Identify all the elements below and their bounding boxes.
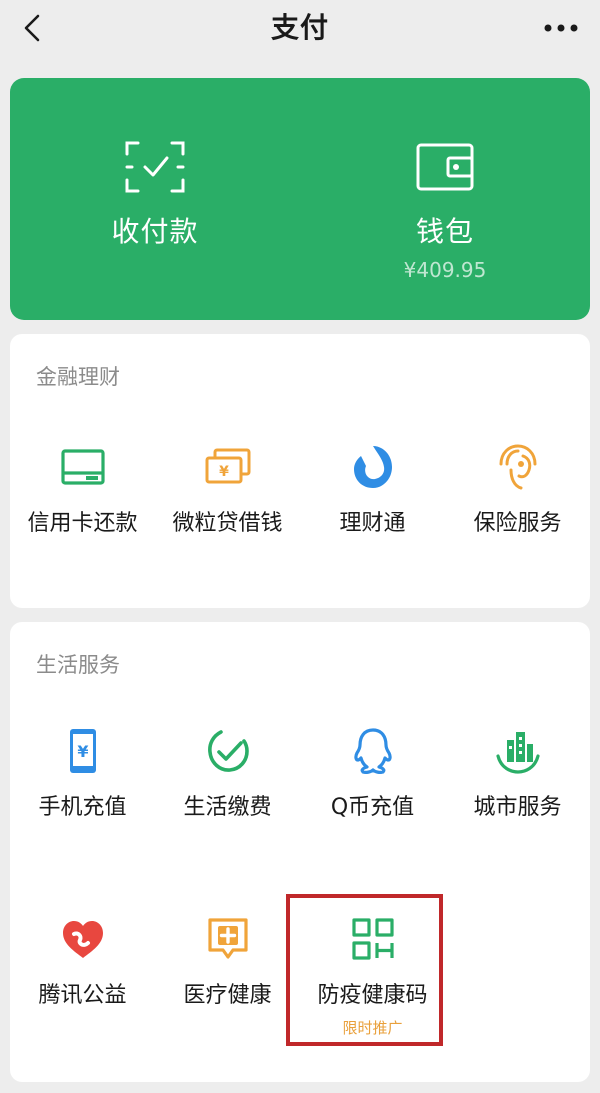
credit-card-repay-item[interactable]: 信用卡还款: [10, 442, 155, 592]
wallet-balance: ¥409.95: [403, 258, 487, 282]
nav-bar: 支付: [0, 0, 600, 64]
section-title: 生活服务: [36, 653, 120, 677]
charity-heart-icon: [62, 921, 103, 958]
wallet-label: 钱包: [415, 215, 474, 248]
svg-text:¥: ¥: [77, 742, 88, 761]
credit-card-icon: [60, 449, 105, 485]
medical-health-item[interactable]: 医疗健康: [155, 914, 300, 1064]
more-dots-icon: [544, 24, 578, 32]
grid-item-label: 生活缴费: [183, 795, 272, 820]
wallet-button[interactable]: 钱包 ¥409.95: [300, 78, 590, 320]
wealth-drop-icon: [353, 446, 392, 488]
grid-item-label: 保险服务: [473, 511, 562, 536]
grid-item-label: 微粒贷借钱: [172, 511, 283, 536]
insurance-item[interactable]: 保险服务: [445, 442, 590, 592]
finance-section: 金融理财 信用卡还款 ¥ 微粒贷借钱 理财通 保险服务: [10, 334, 590, 608]
weilidai-loan-item[interactable]: ¥ 微粒贷借钱: [155, 442, 300, 592]
licaitong-item[interactable]: 理财通: [300, 442, 445, 592]
tencent-charity-item[interactable]: 腾讯公益: [10, 914, 155, 1064]
promo-badge: 限时推广: [342, 1019, 403, 1037]
umbrella-person-icon: [499, 444, 536, 490]
medical-chat-icon: [207, 918, 248, 959]
grid-item-label: Q币充值: [330, 795, 415, 820]
health-code-icon: [351, 918, 394, 960]
section-title: 金融理财: [36, 365, 120, 389]
qq-penguin-icon: [353, 728, 392, 774]
grid-item-label: 防疫健康码: [317, 983, 428, 1008]
wallet-icon: [416, 143, 474, 191]
grid-item-label: 手机充值: [38, 795, 127, 820]
life-services-section: 生活服务 ¥ 手机充值 生活缴费 Q币充值 城市服务 腾讯公益 医疗健康 防疫健…: [10, 622, 590, 1082]
grid-item-label: 腾讯公益: [38, 983, 127, 1008]
city-buildings-icon: [495, 732, 540, 774]
pay-banner: 收付款 钱包 ¥409.95: [10, 78, 590, 320]
phone-yuan-icon: ¥: [69, 729, 96, 773]
scan-check-icon: [125, 141, 185, 193]
check-circle-icon: [207, 730, 249, 772]
page-title: 支付: [270, 11, 329, 44]
health-code-item[interactable]: 防疫健康码 限时推广: [300, 914, 445, 1064]
receive-pay-button[interactable]: 收付款: [10, 78, 300, 320]
grid-item-label: 医疗健康: [183, 983, 272, 1008]
phone-recharge-item[interactable]: ¥ 手机充值: [10, 726, 155, 876]
city-services-item[interactable]: 城市服务: [445, 726, 590, 876]
qcoin-recharge-item[interactable]: Q币充值: [300, 726, 445, 876]
grid-item-label: 理财通: [339, 511, 406, 536]
grid-item-label: 城市服务: [473, 795, 562, 820]
more-button[interactable]: [536, 12, 586, 44]
utility-bill-item[interactable]: 生活缴费: [155, 726, 300, 876]
receive-pay-label: 收付款: [111, 215, 199, 248]
cash-yuan-icon: ¥: [205, 448, 250, 484]
grid-item-label: 信用卡还款: [27, 511, 138, 536]
svg-text:¥: ¥: [219, 464, 229, 480]
